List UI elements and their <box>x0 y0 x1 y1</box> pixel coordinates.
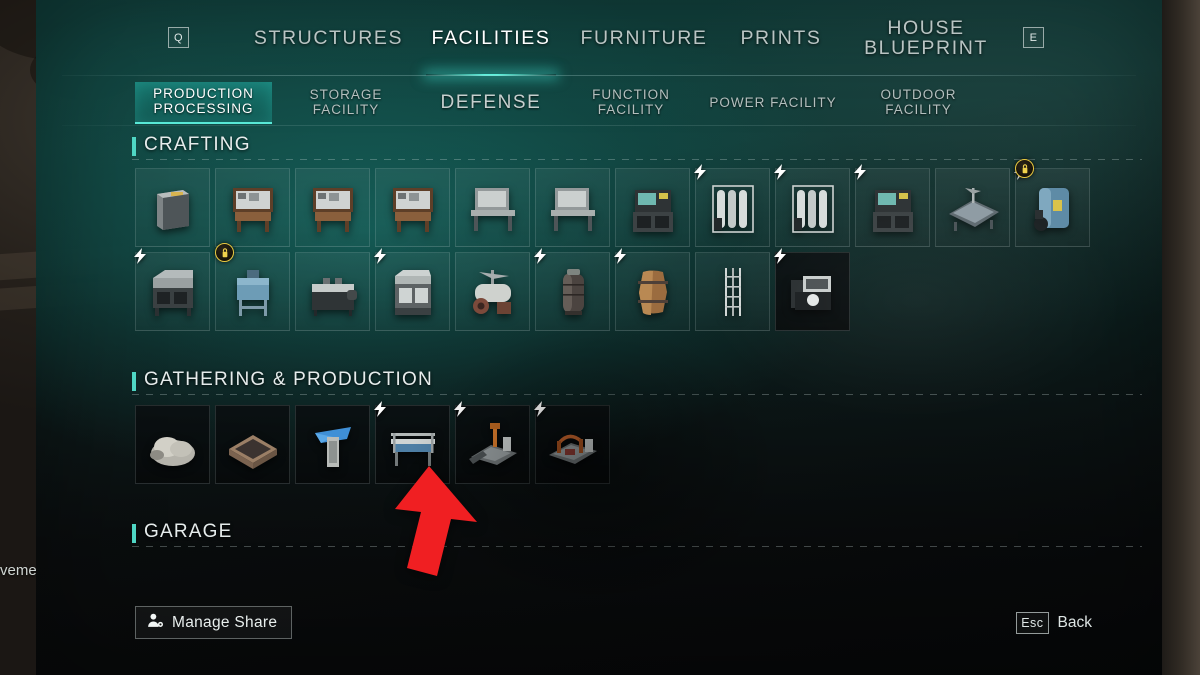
item-tile-work-table-b[interactable] <box>535 168 610 247</box>
item-tile-printer-rig[interactable] <box>774 248 850 331</box>
section-accent-bar <box>132 524 136 543</box>
item-tile-planter-box[interactable] <box>215 405 290 484</box>
topnav-tab-label: FURNITURE <box>580 26 708 49</box>
item-grid-row <box>135 159 1090 247</box>
subtab-outdoor-facility[interactable]: OUTDOOR FACILITY <box>856 82 981 124</box>
section-header-garage: GARAGE <box>132 521 1142 547</box>
next-category-key[interactable]: E <box>1023 27 1044 48</box>
subtab-label: STORAGE FACILITY <box>309 87 383 117</box>
section-divider <box>132 394 1142 395</box>
person-gear-icon <box>147 612 164 634</box>
item-tile-electric-smelter[interactable] <box>135 168 210 247</box>
world-right-edge <box>1160 0 1200 675</box>
power-required-icon <box>774 248 786 264</box>
power-required-icon <box>134 248 146 264</box>
item-tile-scaffold-tower[interactable] <box>695 252 770 331</box>
section-title: GATHERING & PRODUCTION <box>144 369 433 390</box>
item-tile-flat-press-table[interactable] <box>935 168 1010 247</box>
subtab-label: POWER FACILITY <box>709 94 837 110</box>
section-accent-bar <box>132 137 136 156</box>
item-tile-chemical-vat[interactable] <box>1014 159 1090 247</box>
item-tile-pressure-tank[interactable] <box>534 248 610 331</box>
back-label: Back <box>1057 614 1092 631</box>
power-required-icon <box>374 248 386 264</box>
subtab-label: OUTDOOR FACILITY <box>880 87 957 117</box>
section-title: CRAFTING <box>144 134 251 155</box>
item-tile-water-well[interactable] <box>295 405 370 484</box>
stray-world-text: veme <box>0 562 37 579</box>
section-header-crafting: CRAFTING <box>132 134 1142 160</box>
topnav-tab-label: FACILITIES <box>431 26 551 49</box>
item-tile-work-table-a[interactable] <box>455 168 530 247</box>
power-required-icon <box>454 401 466 417</box>
item-tile-filtration-cabinet[interactable] <box>774 164 850 247</box>
item-tile-wooden-barrel[interactable] <box>614 248 690 331</box>
build-menu-panel: Q E STRUCTURES FACILITIES FURNITURE PRINTS H… <box>36 0 1162 675</box>
subtab-label: DEFENSE <box>440 91 542 113</box>
section-header-gathering-production: GATHERING & PRODUCTION <box>132 369 1142 395</box>
sub-tab-bar: PRODUCTION PROCESSING STORAGE FACILITY DEF… <box>36 80 1162 126</box>
item-tile-fume-hood[interactable] <box>854 164 930 247</box>
power-required-icon <box>774 164 786 180</box>
item-tile-gas-tank-rack[interactable] <box>694 164 770 247</box>
topnav-tab-label: HOUSE BLUEPRINT <box>864 16 988 59</box>
back-hint[interactable]: Esc Back <box>1016 612 1092 634</box>
power-required-icon <box>694 164 706 180</box>
section-title: GARAGE <box>144 521 233 542</box>
subtab-defense[interactable]: DEFENSE <box>421 82 561 124</box>
item-tile-drill-platform[interactable] <box>454 401 530 484</box>
item-tile-workbench-a[interactable] <box>215 168 290 247</box>
manage-share-button[interactable]: Manage Share <box>135 606 293 639</box>
item-tile-oven-unit[interactable] <box>374 248 450 331</box>
locked-badge-icon <box>1015 159 1034 178</box>
item-tile-workbench-c[interactable] <box>375 168 450 247</box>
topnav-tab-house-blueprint[interactable]: HOUSE BLUEPRINT <box>831 0 1021 76</box>
item-tile-stove-unit[interactable] <box>295 252 370 331</box>
section-accent-bar <box>132 372 136 391</box>
item-grid-row <box>135 401 610 484</box>
esc-key[interactable]: Esc <box>1016 612 1049 634</box>
item-tile-conveyor-bench[interactable] <box>374 401 450 484</box>
item-tile-machine-station[interactable] <box>615 168 690 247</box>
item-tile-grill-station[interactable] <box>134 248 210 331</box>
subtab-label: FUNCTION FACILITY <box>592 87 670 117</box>
item-grid-row <box>134 243 850 331</box>
locked-badge-icon <box>215 243 234 262</box>
subtab-label: PRODUCTION PROCESSING <box>153 86 254 116</box>
power-required-icon <box>374 401 386 417</box>
item-tile-roller-machine[interactable] <box>455 252 530 331</box>
power-required-icon <box>614 248 626 264</box>
topnav-tab-label: STRUCTURES <box>253 26 404 49</box>
section-divider <box>132 159 1142 160</box>
item-tile-blue-mixer[interactable] <box>215 243 290 331</box>
item-tile-pump-platform[interactable] <box>534 401 610 484</box>
power-required-icon <box>854 164 866 180</box>
item-tile-workbench-b[interactable] <box>295 168 370 247</box>
top-navigation-bar: Q E STRUCTURES FACILITIES FURNITURE PRINTS H… <box>36 0 1162 76</box>
power-required-icon <box>534 248 546 264</box>
subtab-storage-facility[interactable]: STORAGE FACILITY <box>281 82 411 124</box>
prev-category-key[interactable]: Q <box>168 27 189 48</box>
topnav-tab-label: PRINTS <box>740 26 822 49</box>
power-required-icon <box>534 401 546 417</box>
subtabs-divider <box>62 125 1136 126</box>
subtab-power-facility[interactable]: POWER FACILITY <box>698 82 848 124</box>
item-tile-ore-pile[interactable] <box>135 405 210 484</box>
subtab-function-facility[interactable]: FUNCTION FACILITY <box>566 82 696 124</box>
section-divider <box>132 546 1142 547</box>
topnav-divider <box>62 75 1136 76</box>
manage-share-label: Manage Share <box>172 613 278 631</box>
subtab-production-processing[interactable]: PRODUCTION PROCESSING <box>135 82 272 124</box>
